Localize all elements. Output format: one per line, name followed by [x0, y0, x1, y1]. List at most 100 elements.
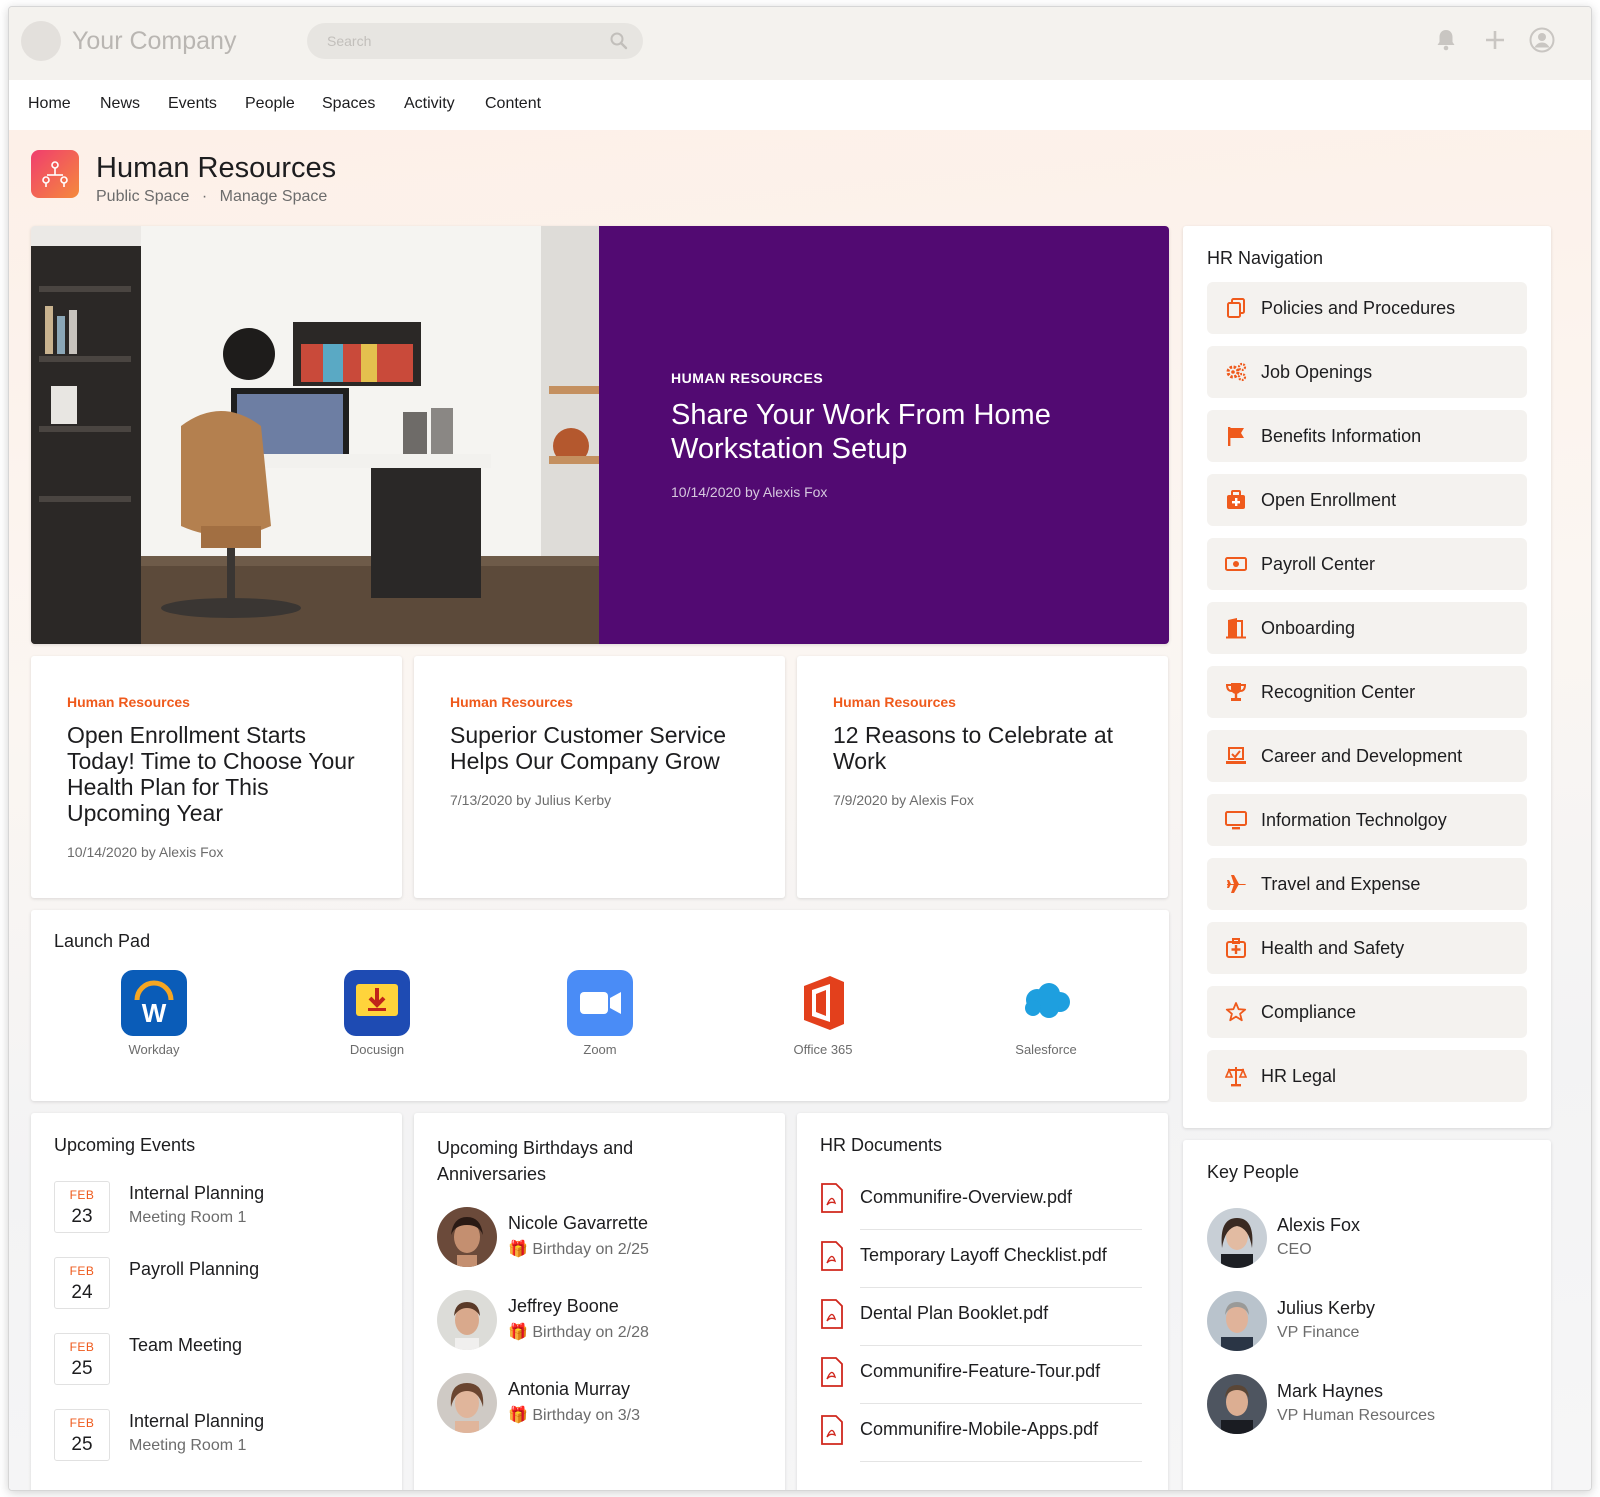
- key-person-name[interactable]: Julius Kerby: [1277, 1298, 1375, 1319]
- birthdays-title: Upcoming Birthdays and Anniversaries: [437, 1138, 634, 1184]
- money-icon: [1225, 557, 1247, 571]
- event-date: FEB 25: [54, 1333, 110, 1385]
- nav-news[interactable]: News: [100, 95, 140, 113]
- hr-nav-payroll[interactable]: Payroll Center: [1207, 538, 1527, 590]
- hr-navigation-card: HR Navigation Policies and Procedures Jo…: [1183, 226, 1551, 1128]
- hr-nav-label: Job Openings: [1261, 362, 1373, 382]
- news-card[interactable]: Human Resources 12 Reasons to Celebrate …: [797, 656, 1168, 898]
- nav-people[interactable]: People: [245, 95, 295, 113]
- app-zoom[interactable]: Zoom: [520, 970, 680, 1057]
- avatar[interactable]: [1207, 1208, 1267, 1268]
- event-title[interactable]: Team Meeting: [129, 1335, 242, 1356]
- avatar[interactable]: [437, 1207, 497, 1267]
- nav-home[interactable]: Home: [28, 95, 71, 113]
- document-item[interactable]: Temporary Layoff Checklist.pdf: [820, 1231, 1142, 1289]
- hr-nav-policies[interactable]: Policies and Procedures: [1207, 282, 1527, 334]
- avatar[interactable]: [1207, 1291, 1267, 1351]
- hero-article[interactable]: HUMAN RESOURCES Share Your Work From Hom…: [31, 226, 1169, 644]
- pdf-icon: [821, 1357, 843, 1387]
- salesforce-icon[interactable]: [1013, 970, 1079, 1036]
- space-visibility: Public Space: [96, 188, 190, 205]
- document-item[interactable]: Communifire-Mobile-Apps.pdf: [820, 1405, 1142, 1463]
- app-workday[interactable]: W Workday: [74, 970, 234, 1057]
- news-title[interactable]: 12 Reasons to Celebrate at Work: [833, 722, 1143, 774]
- pdf-icon: [821, 1415, 843, 1445]
- nav-spaces[interactable]: Spaces: [322, 95, 375, 113]
- hr-nav-open-enrollment[interactable]: Open Enrollment: [1207, 474, 1527, 526]
- flag-icon: [1228, 427, 1244, 446]
- hr-nav-job-openings[interactable]: Job Openings: [1207, 346, 1527, 398]
- birthday-name[interactable]: Jeffrey Boone: [508, 1296, 619, 1317]
- document-name[interactable]: Communifire-Feature-Tour.pdf: [860, 1361, 1100, 1382]
- app-label: Office 365: [793, 1042, 853, 1057]
- document-name[interactable]: Communifire-Overview.pdf: [860, 1187, 1072, 1208]
- events-card: Upcoming Events FEB 23 Internal Planning…: [31, 1113, 402, 1490]
- events-title: Upcoming Events: [54, 1135, 196, 1155]
- news-title[interactable]: Superior Customer Service Helps Our Comp…: [450, 722, 760, 774]
- hero-title[interactable]: Share Your Work From Home Workstation Se…: [671, 398, 1111, 466]
- avatar[interactable]: [437, 1373, 497, 1433]
- user-account-icon[interactable]: [1529, 27, 1555, 53]
- news-title[interactable]: Open Enrollment Starts Today! Time to Ch…: [67, 722, 377, 826]
- hr-nav-travel[interactable]: Travel and Expense: [1207, 858, 1527, 910]
- hr-nav-career[interactable]: Career and Development: [1207, 730, 1527, 782]
- hr-nav-onboarding[interactable]: Onboarding: [1207, 602, 1527, 654]
- news-category[interactable]: Human Resources: [833, 694, 956, 710]
- zoom-icon[interactable]: [567, 970, 633, 1036]
- brand-name[interactable]: Your Company: [72, 27, 236, 56]
- app-salesforce[interactable]: Salesforce: [966, 970, 1126, 1057]
- event-title[interactable]: Payroll Planning: [129, 1259, 259, 1280]
- office365-icon[interactable]: [790, 970, 856, 1036]
- hr-nav-health-safety[interactable]: Health and Safety: [1207, 922, 1527, 974]
- birthday-name[interactable]: Nicole Gavarrette: [508, 1213, 648, 1234]
- first-aid-icon: [1226, 938, 1246, 958]
- document-item[interactable]: Communifire-Feature-Tour.pdf: [820, 1347, 1142, 1405]
- hr-nav-label: Compliance: [1261, 1002, 1357, 1022]
- top-bar: Your Company Search: [9, 7, 1591, 80]
- document-item[interactable]: Dental Plan Booklet.pdf: [820, 1289, 1142, 1347]
- nav-events[interactable]: Events: [168, 95, 217, 113]
- key-person-name[interactable]: Mark Haynes: [1277, 1381, 1383, 1402]
- hr-nav-label: HR Legal: [1261, 1066, 1337, 1086]
- news-card[interactable]: Human Resources Superior Customer Servic…: [414, 656, 785, 898]
- document-name[interactable]: Temporary Layoff Checklist.pdf: [860, 1245, 1107, 1266]
- divider: [860, 1287, 1142, 1288]
- search-input[interactable]: Search: [307, 23, 643, 59]
- birthday-name[interactable]: Antonia Murray: [508, 1379, 630, 1400]
- event-title[interactable]: Internal Planning: [129, 1411, 264, 1432]
- search-placeholder: Search: [327, 33, 372, 49]
- hr-nav-compliance[interactable]: Compliance: [1207, 986, 1527, 1038]
- news-category[interactable]: Human Resources: [67, 694, 190, 710]
- bell-icon[interactable]: [1433, 27, 1459, 53]
- hr-nav-it[interactable]: Information Technolgoy: [1207, 794, 1527, 846]
- news-category[interactable]: Human Resources: [450, 694, 573, 710]
- event-title[interactable]: Internal Planning: [129, 1183, 264, 1204]
- hr-nav-benefits[interactable]: Benefits Information: [1207, 410, 1527, 462]
- news-card[interactable]: Human Resources Open Enrollment Starts T…: [31, 656, 402, 898]
- key-person-name[interactable]: Alexis Fox: [1277, 1215, 1360, 1236]
- nav-content[interactable]: Content: [485, 95, 541, 113]
- document-name[interactable]: Dental Plan Booklet.pdf: [860, 1303, 1048, 1324]
- avatar[interactable]: [1207, 1374, 1267, 1434]
- manage-space-link[interactable]: Manage Space: [220, 188, 328, 205]
- event-date: FEB 23: [54, 1181, 110, 1233]
- search-icon[interactable]: [609, 31, 629, 51]
- avatar[interactable]: [437, 1290, 497, 1350]
- hr-nav-recognition[interactable]: Recognition Center: [1207, 666, 1527, 718]
- event-month: FEB: [69, 1188, 95, 1202]
- workday-icon[interactable]: W: [121, 970, 187, 1036]
- app-office365[interactable]: Office 365: [743, 970, 903, 1057]
- scale-icon: [1225, 1067, 1247, 1087]
- docusign-icon[interactable]: [344, 970, 410, 1036]
- hr-nav-legal[interactable]: HR Legal: [1207, 1050, 1527, 1102]
- nav-activity[interactable]: Activity: [404, 95, 455, 113]
- company-logo[interactable]: [21, 21, 61, 61]
- news-meta: 10/14/2020 by Alexis Fox: [67, 844, 224, 860]
- plus-icon[interactable]: [1482, 27, 1508, 53]
- hr-nav-label: Information Technolgoy: [1261, 810, 1447, 830]
- pdf-icon: [821, 1183, 843, 1213]
- document-name[interactable]: Communifire-Mobile-Apps.pdf: [860, 1419, 1098, 1440]
- hero-category[interactable]: HUMAN RESOURCES: [671, 370, 823, 386]
- document-item[interactable]: Communifire-Overview.pdf: [820, 1173, 1142, 1231]
- app-docusign[interactable]: Docusign: [297, 970, 457, 1057]
